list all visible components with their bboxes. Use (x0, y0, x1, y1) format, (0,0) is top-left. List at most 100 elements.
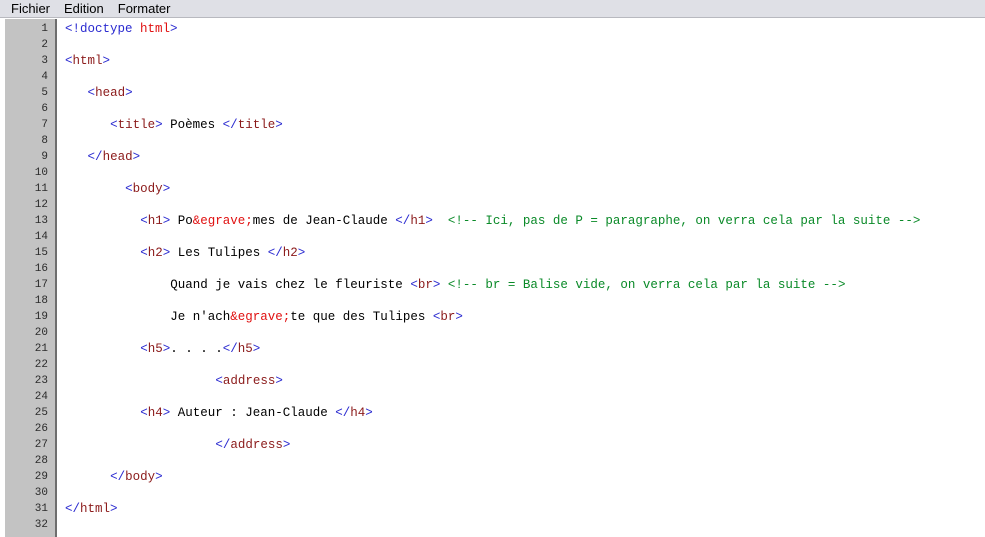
editor-window: Fichier Edition Formater 1 2 3 4 5 6 7 8 9 10 11 12… (0, 0, 985, 537)
line-number: 19 (34, 311, 48, 323)
line-number: 2 (41, 39, 48, 51)
code-line[interactable]: <h4> Auteur : Jean-Claude </h4> (65, 405, 985, 421)
code-token-dct: <!doctype (65, 22, 141, 36)
line-number-gutter: 1 2 3 4 5 6 7 8 9 10 11 12 13 14 15 16 17 18 19 20 21 22 23 24 2… (5, 19, 57, 537)
code-line[interactable] (65, 293, 985, 309)
code-token-br: < (65, 54, 73, 68)
code-token-br: > (155, 470, 163, 484)
line-number: 9 (41, 151, 48, 163)
code-line[interactable] (65, 453, 985, 469)
line-number: 22 (34, 359, 48, 371)
line-number: 25 (34, 407, 48, 419)
code-token-br: < (110, 118, 118, 132)
code-line[interactable] (65, 261, 985, 277)
line-number: 16 (34, 263, 48, 275)
code-line[interactable]: <h2> Les Tulipes </h2> (65, 245, 985, 261)
code-token-br: </ (395, 214, 411, 228)
line-number: 7 (41, 119, 48, 131)
code-token-txt: mes de Jean-Claude (252, 214, 396, 228)
code-token-txt: Je n'ach (170, 310, 231, 324)
code-line[interactable]: </address> (65, 437, 985, 453)
code-line[interactable]: <head> (65, 85, 985, 101)
code-token-br: </ (215, 438, 231, 452)
code-token-br: > (162, 182, 171, 196)
code-token-br: > (455, 310, 463, 324)
code-line[interactable]: Je n'ach&egrave;te que des Tulipes <br> (65, 309, 985, 325)
line-number: 10 (34, 167, 48, 179)
code-token-tag: h2 (282, 246, 298, 260)
code-line[interactable] (65, 37, 985, 53)
code-token-br: < (140, 342, 148, 356)
code-token-br: < (87, 86, 96, 100)
code-token-br: > (275, 118, 283, 132)
code-line[interactable]: <html> (65, 53, 985, 69)
code-token-cmt: <!-- Ici, pas de P = paragraphe, on verr… (447, 214, 921, 228)
code-line[interactable] (65, 517, 985, 533)
code-token-br: > (170, 22, 178, 36)
code-token-br: </ (87, 150, 103, 164)
code-line[interactable]: <h5>. . . .</h5> (65, 341, 985, 357)
code-line[interactable]: </head> (65, 149, 985, 165)
code-line[interactable] (65, 229, 985, 245)
code-line[interactable] (65, 325, 985, 341)
code-token-txt: Poèmes (162, 118, 223, 132)
code-token-br: > (102, 54, 111, 68)
code-line[interactable]: <body> (65, 181, 985, 197)
line-number: 11 (34, 183, 48, 195)
code-token-br: > (425, 214, 433, 228)
code-token-ent: html (140, 22, 171, 36)
code-line[interactable] (65, 389, 985, 405)
code-line[interactable]: <address> (65, 373, 985, 389)
code-token-br: < (140, 406, 148, 420)
code-line[interactable]: <title> Poèmes </title> (65, 117, 985, 133)
code-token-txt: . . . . (170, 342, 223, 356)
code-token-txt: Quand je vais chez le fleuriste (170, 278, 411, 292)
code-token-tag: h4 (350, 406, 366, 420)
code-line[interactable] (65, 197, 985, 213)
code-line[interactable] (65, 69, 985, 85)
code-token-tag: address (230, 438, 283, 452)
code-token-tag: title (117, 118, 156, 132)
code-area[interactable]: <!doctype html> <html> <head> <title> Poème… (57, 19, 985, 537)
code-line[interactable] (65, 133, 985, 149)
code-token-tag: head (95, 86, 126, 100)
code-token-br: < (140, 214, 148, 228)
line-number: 21 (34, 343, 48, 355)
menu-item-edition[interactable]: Edition (59, 1, 113, 17)
code-line[interactable]: </body> (65, 469, 985, 485)
code-token-br: </ (267, 246, 283, 260)
code-editor[interactable]: 1 2 3 4 5 6 7 8 9 10 11 12 13 14 15 16 17 18 19 20 21 22 23 24 2… (0, 18, 985, 537)
code-token-br: > (155, 118, 163, 132)
code-line[interactable] (65, 357, 985, 373)
code-token-br: > (297, 246, 306, 260)
code-token-tag: h1 (410, 214, 426, 228)
line-number: 4 (41, 71, 48, 83)
code-line[interactable]: <!doctype html> (65, 21, 985, 37)
code-token-tag: address (222, 374, 276, 388)
menu-item-formater[interactable]: Formater (113, 1, 180, 17)
code-token-tag: h1 (147, 214, 163, 228)
code-token-br: < (125, 182, 133, 196)
code-line[interactable] (65, 421, 985, 437)
line-number: 17 (34, 279, 48, 291)
line-number: 3 (41, 55, 48, 67)
code-token-cmt: <!-- br = Balise vide, on verra cela par… (447, 278, 846, 292)
code-line[interactable]: </html> (65, 501, 985, 517)
code-line[interactable]: <h1> Po&egrave;mes de Jean-Claude </h1> … (65, 213, 985, 229)
code-line[interactable] (65, 101, 985, 117)
code-token-tag: html (72, 54, 103, 68)
code-line[interactable] (65, 485, 985, 501)
code-line[interactable] (65, 165, 985, 181)
line-number: 12 (34, 199, 48, 211)
code-line[interactable]: Quand je vais chez le fleuriste <br> <!-… (65, 277, 985, 293)
code-token-br: </ (335, 406, 351, 420)
code-token-txt: Po (170, 214, 193, 228)
line-number: 26 (34, 423, 48, 435)
line-number: 20 (34, 327, 48, 339)
code-token-tag: html (80, 502, 111, 516)
code-token-br: > (125, 86, 133, 100)
line-number: 32 (34, 519, 48, 531)
code-token-br: > (282, 438, 291, 452)
menu-item-fichier[interactable]: Fichier (6, 1, 59, 17)
